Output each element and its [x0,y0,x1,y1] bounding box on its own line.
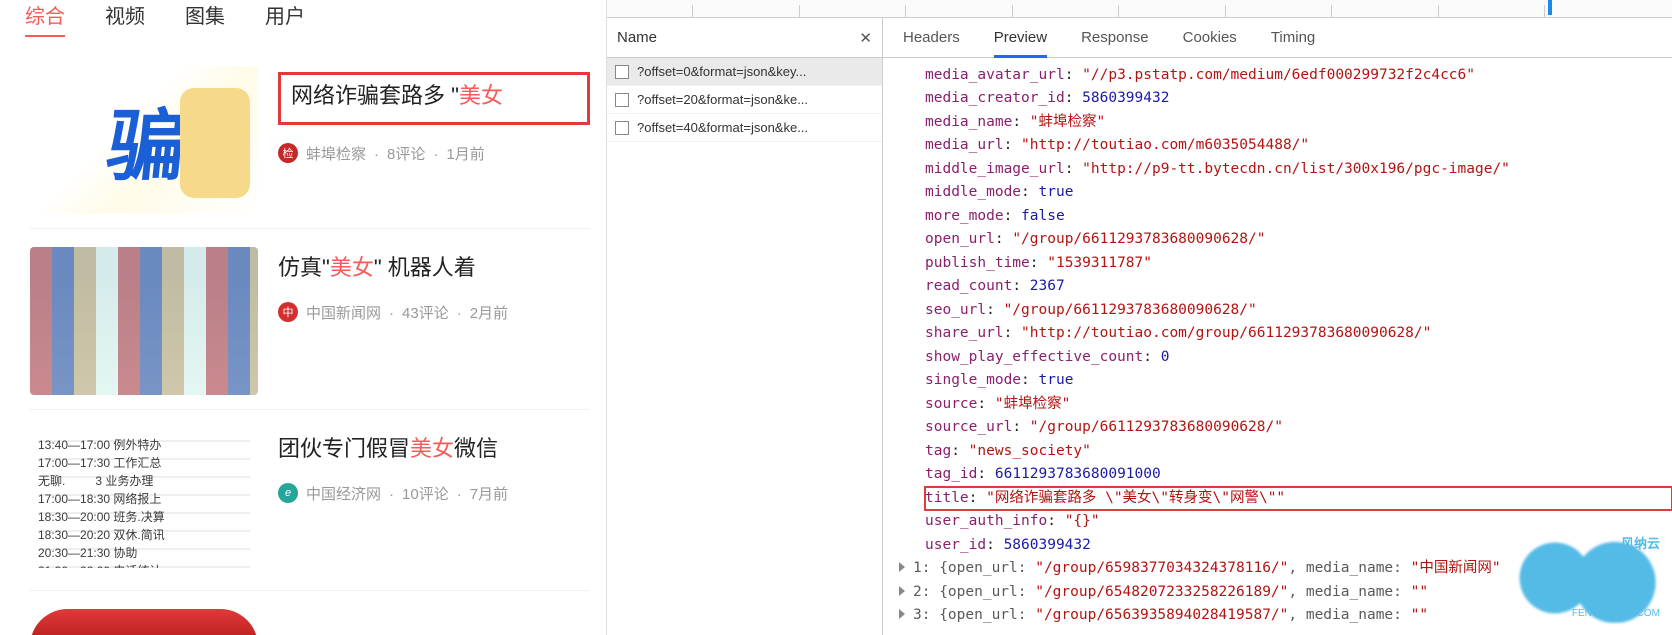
network-request-list: Name ✕ ?offset=0&format=json&key... ?off… [607,18,883,635]
tab-cookies[interactable]: Cookies [1183,29,1237,46]
article-comments[interactable]: 43评论 [381,302,449,323]
tab-timing[interactable]: Timing [1271,29,1315,46]
article-meta: e 中国经济网 10评论 7月前 [278,483,590,504]
article-thumbnail [30,247,258,395]
article-time: 7月前 [449,483,508,504]
network-timeline[interactable] [607,0,1672,18]
article-comments[interactable]: 10评论 [381,483,449,504]
network-request-row[interactable]: ?offset=20&format=json&ke... [607,86,882,114]
article-meta: 中 中国新闻网 43评论 2月前 [278,302,590,323]
tab-gallery[interactable]: 图集 [185,0,225,35]
article-item[interactable]: 骗 网络诈骗套路多 "美女 检 蚌埠检察 8评论 1月前 [30,48,590,229]
article-item[interactable]: 13:40—17:00 例外特办 17:00—17:30 工作汇总 无聊. 3 … [30,410,590,591]
article-thumbnail: 13:40—17:00 例外特办 17:00—17:30 工作汇总 无聊. 3 … [30,428,258,576]
checkbox[interactable] [615,93,629,107]
tab-response[interactable]: Response [1081,29,1149,46]
devtools-panel: Name ✕ ?offset=0&format=json&key... ?off… [607,0,1672,635]
timeline-marker[interactable] [1548,0,1552,15]
checkbox[interactable] [615,121,629,135]
article-item[interactable]: 仿真"美女" 机器人着 中 中国新闻网 43评论 2月前 [30,229,590,410]
article-meta: 检 蚌埠检察 8评论 1月前 [278,143,590,164]
article-time: 2月前 [449,302,508,323]
article-comments[interactable]: 8评论 [366,143,425,164]
requests-header: Name [617,29,657,46]
detail-tabs: Headers Preview Response Cookies Timing [883,18,1672,58]
request-detail: Headers Preview Response Cookies Timing … [883,18,1672,635]
article-source[interactable]: 中国新闻网 [306,302,381,323]
article-title[interactable]: 仿真"美女" 机器人着 [278,253,590,284]
source-icon: 中 [278,302,298,322]
article-thumbnail [30,609,258,635]
article-list[interactable]: 骗 网络诈骗套路多 "美女 检 蚌埠检察 8评论 1月前 仿真"美女" 机器人着 [0,38,606,635]
feed-tabs: 综合 视频 图集 用户 [0,0,606,38]
json-preview[interactable]: media_avatar_url: "//p3.pstatp.com/mediu… [883,58,1672,635]
content-feed-panel: 综合 视频 图集 用户 骗 网络诈骗套路多 "美女 检 蚌埠检察 8评论 1月前 [0,0,607,635]
article-time: 1月前 [425,143,484,164]
tab-user[interactable]: 用户 [265,0,305,35]
source-icon: e [278,483,298,503]
article-thumbnail: 骗 [30,66,258,214]
article-title[interactable]: 团伙专门假冒美女微信 [278,434,590,465]
tab-comprehensive[interactable]: 综合 [25,0,65,37]
tab-preview[interactable]: Preview [994,29,1047,58]
article-item[interactable] [30,591,590,635]
close-icon[interactable]: ✕ [859,29,872,47]
article-source[interactable]: 蚌埠检察 [306,143,366,164]
checkbox[interactable] [615,65,629,79]
tab-video[interactable]: 视频 [105,0,145,35]
article-source[interactable]: 中国经济网 [306,483,381,504]
article-title[interactable]: 网络诈骗套路多 "美女 [278,72,590,125]
network-request-row[interactable]: ?offset=40&format=json&ke... [607,114,882,142]
tab-headers[interactable]: Headers [903,29,960,46]
network-request-row[interactable]: ?offset=0&format=json&key... [607,58,882,86]
source-icon: 检 [278,143,298,163]
